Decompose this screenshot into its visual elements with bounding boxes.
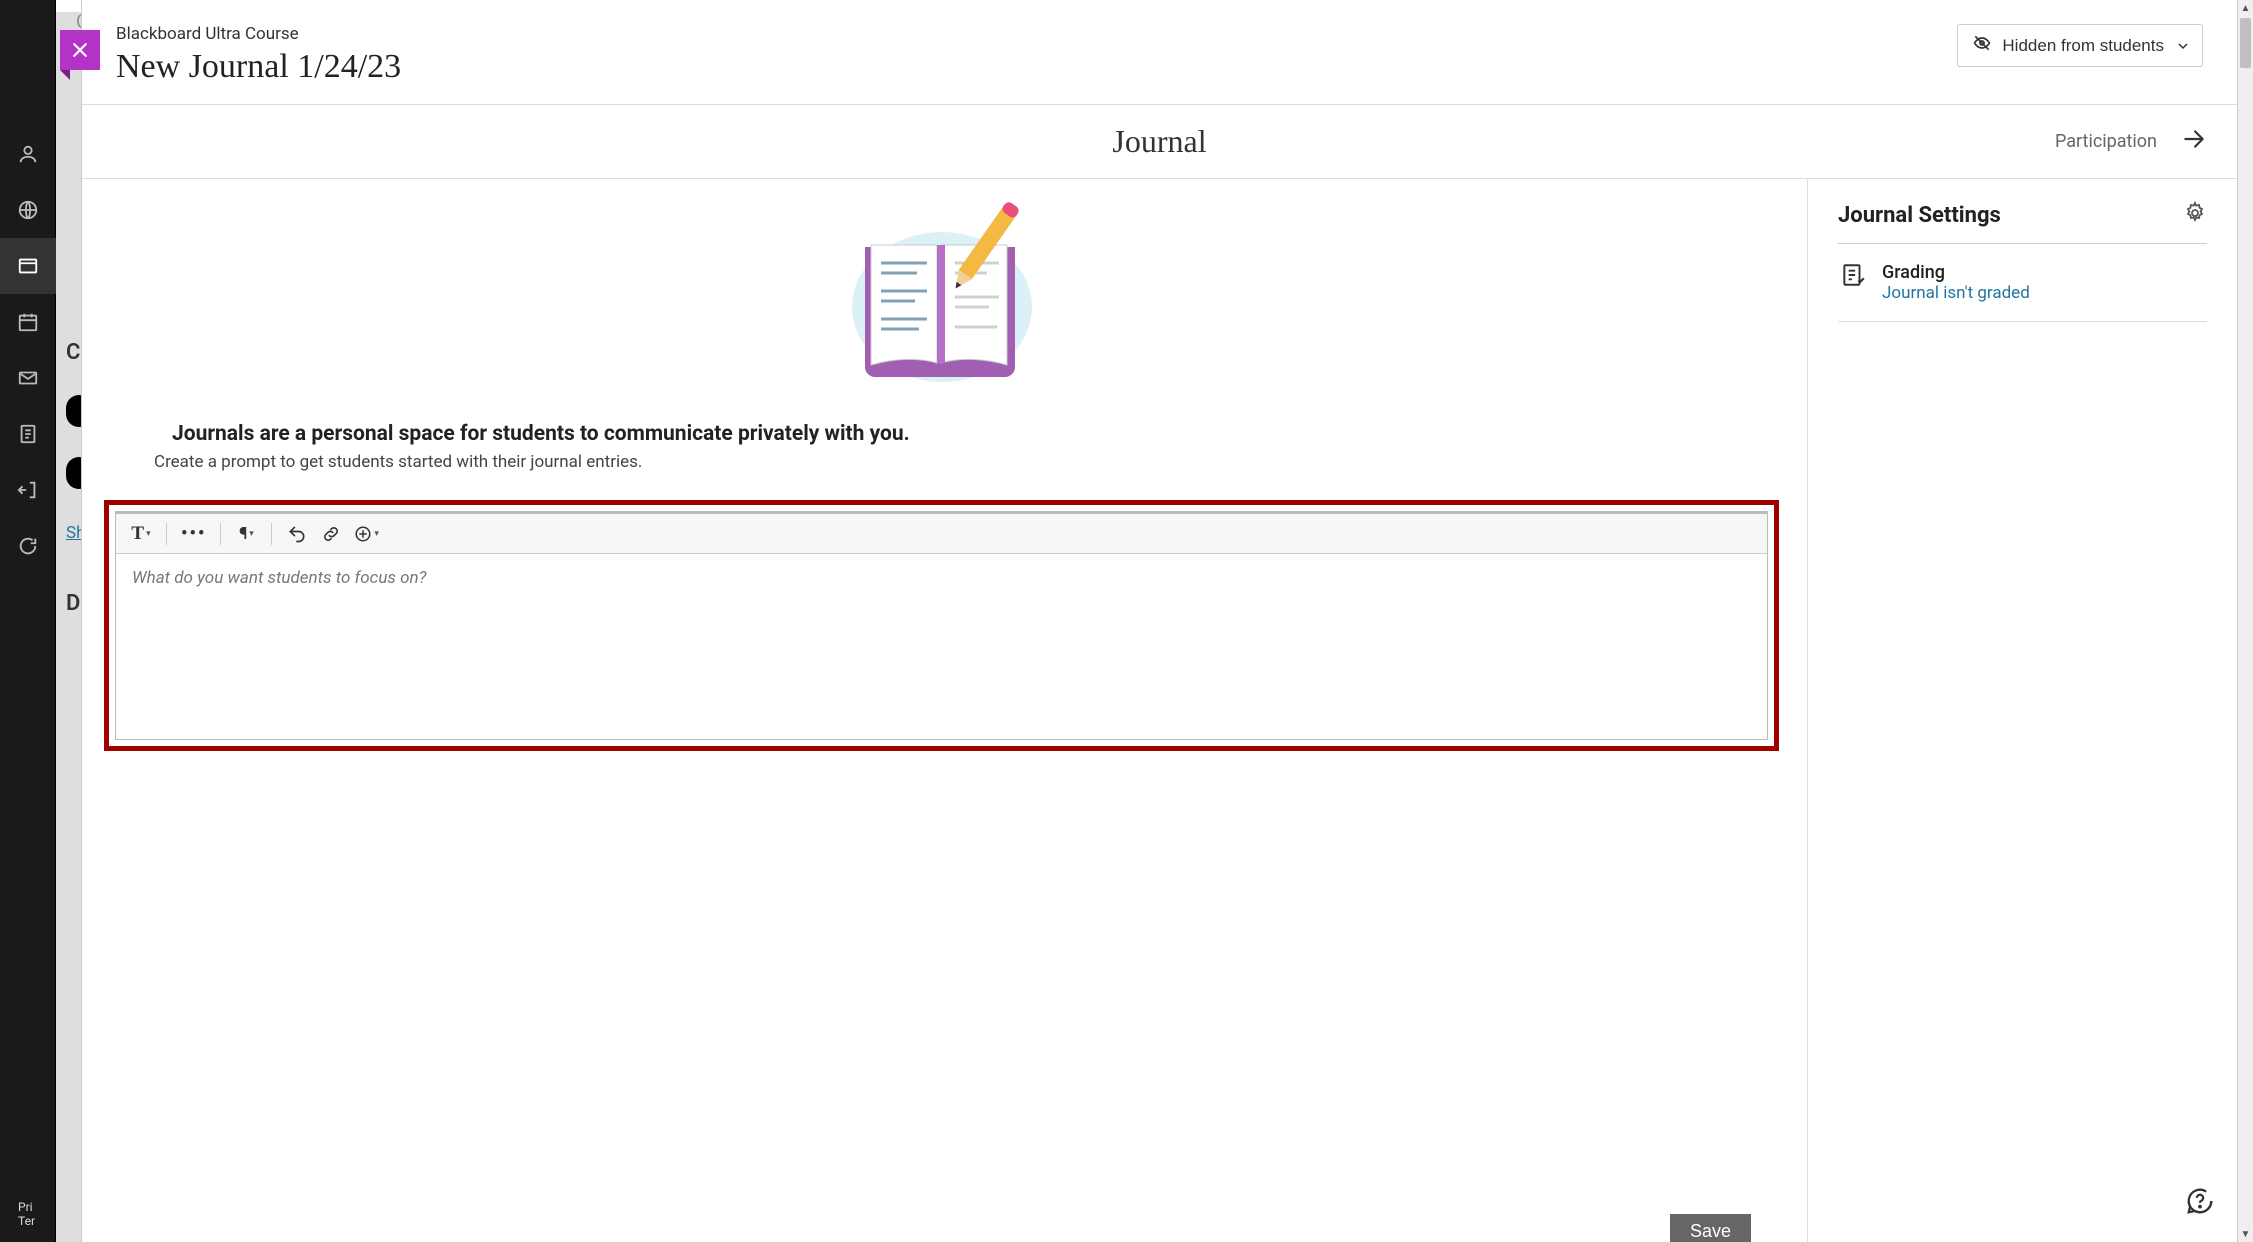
scroll-down-icon[interactable]: ▼ [2238,1226,2253,1242]
link-button[interactable] [316,519,346,549]
scroll-up-icon[interactable]: ▲ [2238,0,2253,16]
editor-highlight-box: T▾ ••• ¶▾ [104,500,1779,751]
grading-label: Grading [1882,262,2030,283]
nav-courses-icon[interactable] [0,238,56,294]
participation-label: Participation [2055,131,2157,152]
background-footer: Pri Ter [18,1200,35,1228]
nav-institution-icon[interactable] [0,182,56,238]
caret-down-icon [2178,36,2188,56]
save-button[interactable]: Save [1670,1214,1751,1242]
browser-scrollbar[interactable]: ▲ ▼ [2237,0,2253,1242]
text-style-button[interactable]: T▾ [126,519,156,549]
nav-messages-icon[interactable] [0,350,56,406]
nav-refresh-icon[interactable] [0,518,56,574]
nav-signout-icon[interactable] [0,462,56,518]
nav-logo-icon [0,40,56,96]
grading-status-link[interactable]: Journal isn't graded [1882,283,2030,303]
participation-link[interactable]: Participation [2055,126,2207,157]
intro-heading: Journals are a personal space for studen… [172,422,1779,446]
nav-grades-icon[interactable] [0,406,56,462]
scroll-thumb[interactable] [2240,18,2251,68]
panel-header: Blackboard Ultra Course New Journal 1/24… [82,0,2237,105]
settings-gear-button[interactable] [2183,201,2207,229]
journal-illustration-icon [837,197,1047,392]
editor-toolbar: T▾ ••• ¶▾ [116,514,1767,554]
grading-icon [1840,262,1868,292]
rich-text-editor: T▾ ••• ¶▾ [115,511,1768,740]
global-nav-rail [0,0,56,1242]
settings-sidebar: Journal Settings Grading Journal isn't g… [1807,179,2237,1242]
intro-subtext: Create a prompt to get students started … [154,452,1779,472]
nav-calendar-icon[interactable] [0,294,56,350]
course-name: Blackboard Ultra Course [116,24,401,44]
arrow-right-icon [2181,126,2207,157]
journal-panel: Blackboard Ultra Course New Journal 1/24… [81,0,2237,1242]
visibility-dropdown[interactable]: Hidden from students [1957,24,2203,67]
sub-header: Journal Participation [82,105,2237,179]
more-options-button[interactable]: ••• [177,519,210,549]
grading-settings-row: Grading Journal isn't graded [1838,244,2207,322]
main-content: Journals are a personal space for studen… [82,179,1807,1242]
insert-button[interactable]: ▾ [350,519,383,549]
help-button[interactable] [2185,1186,2215,1220]
close-panel-button[interactable] [60,30,100,70]
visibility-hidden-icon [1972,33,1992,58]
visibility-label: Hidden from students [2002,36,2164,56]
editor-textarea[interactable]: What do you want students to focus on? [116,554,1767,739]
journal-title[interactable]: New Journal 1/24/23 [116,48,401,86]
paragraph-format-button[interactable]: ¶▾ [231,519,261,549]
section-title: Journal [82,123,2237,160]
settings-title: Journal Settings [1838,203,2001,228]
undo-button[interactable] [282,519,312,549]
nav-profile-icon[interactable] [0,126,56,182]
